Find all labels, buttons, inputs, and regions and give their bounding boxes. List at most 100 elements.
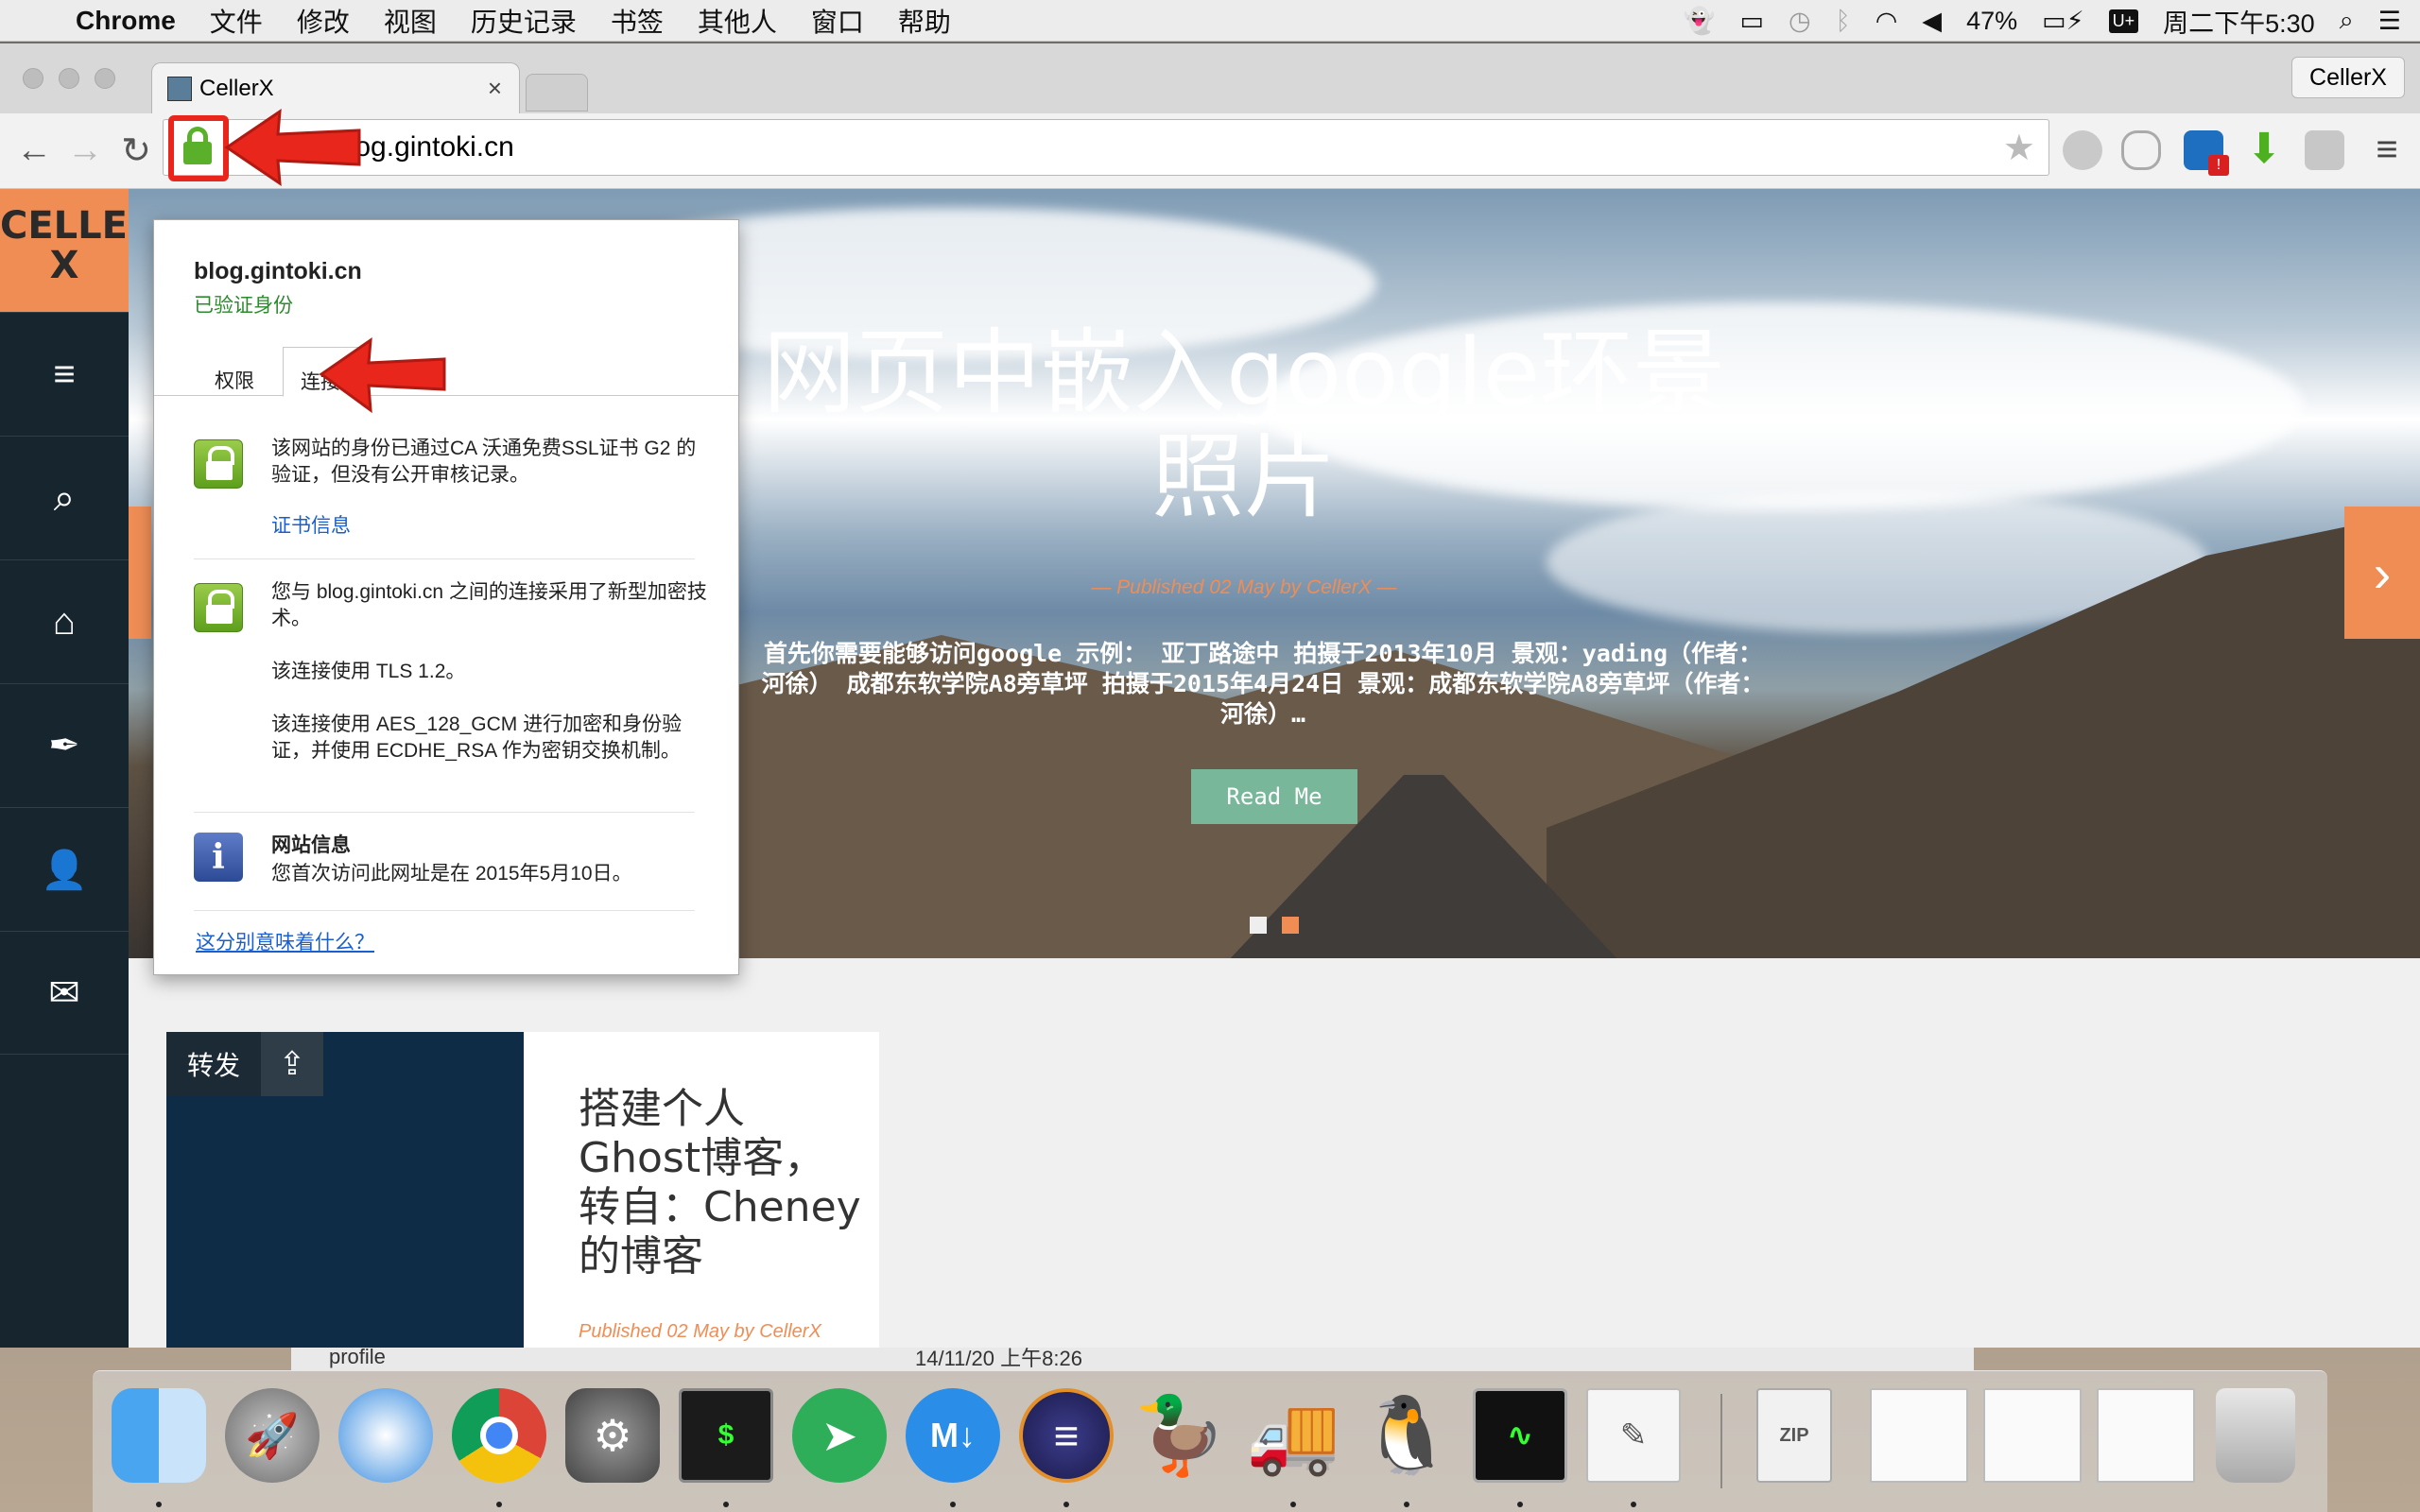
ghostery-extension-icon[interactable] xyxy=(2121,130,2161,170)
site-info-text: 您首次访问此网址是在 2015年5月10日。 xyxy=(271,863,632,885)
connection-text: 您与 blog.gintoki.cn 之间的连接采用了新型加密技术。 xyxy=(271,581,707,629)
profile-button[interactable]: CellerX xyxy=(2291,57,2405,98)
star-icon[interactable]: ★ xyxy=(2003,127,2035,169)
folder-row-label: profile xyxy=(329,1344,386,1368)
battery-icon[interactable]: ▭⚡ xyxy=(2042,7,2083,36)
share-widget[interactable]: 转发 ⇪ xyxy=(166,1032,323,1096)
new-tab-button[interactable] xyxy=(526,74,588,112)
user-icon[interactable]: 👤 xyxy=(0,807,129,931)
dock-separator xyxy=(1720,1394,1722,1488)
reload-icon[interactable]: ↻ xyxy=(113,127,159,174)
chrome-icon[interactable] xyxy=(452,1388,546,1483)
airplay-icon[interactable]: ▭ xyxy=(1739,7,1764,36)
tab-title: CellerX xyxy=(199,75,274,101)
volume-icon[interactable]: ◀ xyxy=(1922,7,1942,36)
slider-next-button[interactable]: › xyxy=(2344,507,2420,639)
menu-history[interactable]: 历史记录 xyxy=(471,2,577,40)
help-link[interactable]: 这分别意味着什么？ xyxy=(196,927,374,955)
finder-icon[interactable] xyxy=(112,1388,206,1483)
site-info-title: 网站信息 xyxy=(271,834,351,856)
cipher-text: 该连接使用 AES_128_GCM 进行加密和身份验证，并使用 ECDHE_RS… xyxy=(271,713,683,762)
tool-extension-icon[interactable]: ! xyxy=(2184,130,2229,176)
hamburger-menu-icon[interactable]: ≡ xyxy=(0,312,129,436)
share-label[interactable]: 转发 xyxy=(166,1032,261,1096)
menu-window[interactable]: 窗口 xyxy=(811,2,864,40)
chrome-window: CellerX × CellerX ← → ↻ :// blog.gintoki… xyxy=(0,43,2420,1348)
textedit-icon[interactable]: ✎ xyxy=(1586,1388,1681,1483)
divider xyxy=(194,910,695,911)
annotation-arrow-connection-tab xyxy=(319,336,446,414)
lock-icon xyxy=(194,439,243,489)
post-card[interactable]: 转发 ⇪ 搭建个人Ghost博客，转自：Cheney的博客 Published … xyxy=(166,1032,879,1348)
menu-help[interactable]: 帮助 xyxy=(898,2,951,40)
hero-title[interactable]: 网页中嵌入google环景照片 xyxy=(734,321,1754,529)
telegram-icon[interactable]: ➤ xyxy=(792,1388,887,1483)
site-sidebar: CELLER X ≡ ⌕ ⌂ ✒ 👤 ✉ xyxy=(0,189,157,1348)
minimized-window-thumbnail[interactable] xyxy=(1983,1388,2082,1483)
share-icon[interactable]: ⇪ xyxy=(261,1032,323,1096)
logo-top: CELLER xyxy=(0,204,157,248)
pen-icon[interactable]: ✒ xyxy=(0,683,129,807)
forward-icon[interactable]: → xyxy=(62,127,108,174)
lock-icon xyxy=(194,583,243,632)
hero-meta: — Published 02 May by CellerX — xyxy=(1091,576,1397,598)
minimize-window-button[interactable] xyxy=(59,68,79,89)
address-bar[interactable]: :// blog.gintoki.cn ★ xyxy=(163,119,2049,176)
minimized-window-thumbnail[interactable] xyxy=(1870,1388,1968,1483)
battery-percent[interactable]: 47% xyxy=(1966,7,2017,36)
zoom-window-button[interactable] xyxy=(95,68,115,89)
eclipse-icon[interactable]: ≡ xyxy=(1019,1388,1114,1483)
close-window-button[interactable] xyxy=(23,68,43,89)
wifi-icon[interactable]: ◠ xyxy=(1876,7,1898,36)
menu-icon[interactable]: ≡ xyxy=(2367,130,2407,170)
input-method-icon[interactable]: U+ xyxy=(2108,9,2139,33)
app-menu[interactable]: Chrome xyxy=(76,6,176,36)
menu-view[interactable]: 视图 xyxy=(384,2,437,40)
slider-dot-active[interactable] xyxy=(1282,917,1299,934)
time-machine-icon[interactable]: ◷ xyxy=(1789,7,1811,36)
menu-file[interactable]: 文件 xyxy=(210,2,263,40)
safari-icon[interactable] xyxy=(338,1388,433,1483)
divider xyxy=(194,558,695,559)
read-me-button[interactable]: Read Me xyxy=(1191,769,1357,824)
qq-icon[interactable]: 🐧 xyxy=(1359,1388,1454,1483)
popup-verified: 已验证身份 xyxy=(194,295,293,317)
tab-permissions[interactable]: 权限 xyxy=(215,366,254,394)
certificate-info-link[interactable]: 证书信息 xyxy=(271,513,716,540)
divider xyxy=(194,812,695,813)
post-card-title[interactable]: 搭建个人Ghost博客，转自：Cheney的博客 xyxy=(579,1085,862,1281)
menubar: Chrome 文件 修改 视图 历史记录 书签 其他人 窗口 帮助 👻 ▭ ◷ … xyxy=(0,0,2420,42)
close-tab-icon[interactable]: × xyxy=(488,74,502,103)
system-preferences-icon[interactable]: ⚙ xyxy=(565,1388,660,1483)
slider-dot[interactable] xyxy=(1250,917,1267,934)
notification-center-icon[interactable]: ☰ xyxy=(2378,7,2401,36)
markdown-icon[interactable]: M↓ xyxy=(906,1388,1000,1483)
transmit-icon[interactable]: 🚚 xyxy=(1246,1388,1340,1483)
clock[interactable]: 周二下午5:30 xyxy=(2163,3,2315,40)
ghost-icon[interactable]: 👻 xyxy=(1684,6,1716,36)
bluetooth-icon[interactable]: ᛒ xyxy=(1836,7,1851,36)
download-extension-icon[interactable]: ⬇ xyxy=(2244,129,2284,170)
mail-icon[interactable]: ✉ xyxy=(0,931,129,1055)
back-icon[interactable]: ← xyxy=(11,127,57,174)
site-logo[interactable]: CELLER X xyxy=(0,189,157,312)
zip-file-icon[interactable]: ZIP xyxy=(1756,1388,1832,1483)
terminal-icon[interactable]: $ xyxy=(679,1388,773,1483)
reader-extension-icon[interactable] xyxy=(2305,130,2344,170)
cyberduck-icon[interactable]: 🦆 xyxy=(1132,1388,1227,1483)
menu-bookmarks[interactable]: 书签 xyxy=(611,2,664,40)
menu-people[interactable]: 其他人 xyxy=(698,2,777,40)
minimized-window-thumbnail[interactable] xyxy=(2097,1388,2195,1483)
activity-monitor-icon[interactable]: ∿ xyxy=(1473,1388,1567,1483)
spotlight-icon[interactable]: ⌕ xyxy=(2340,6,2354,36)
identity-text: 该网站的身份已通过CA 沃通免费SSL证书 G2 的验证，但没有公开审核记录。 xyxy=(271,438,697,486)
search-icon[interactable]: ⌕ xyxy=(0,436,129,559)
tls-text: 该连接使用 TLS 1.2。 xyxy=(271,661,466,682)
trash-icon[interactable] xyxy=(2216,1388,2295,1483)
menu-edit[interactable]: 修改 xyxy=(297,2,350,40)
globe-extension-icon[interactable] xyxy=(2063,130,2102,170)
home-icon[interactable]: ⌂ xyxy=(0,559,129,683)
launchpad-icon[interactable]: 🚀 xyxy=(225,1388,320,1483)
hero-excerpt: 首先你需要能够访问google 示例： 亚丁路途中 拍摄于2013年10月 景观… xyxy=(761,640,1765,728)
slider-prev-button[interactable] xyxy=(129,507,151,639)
